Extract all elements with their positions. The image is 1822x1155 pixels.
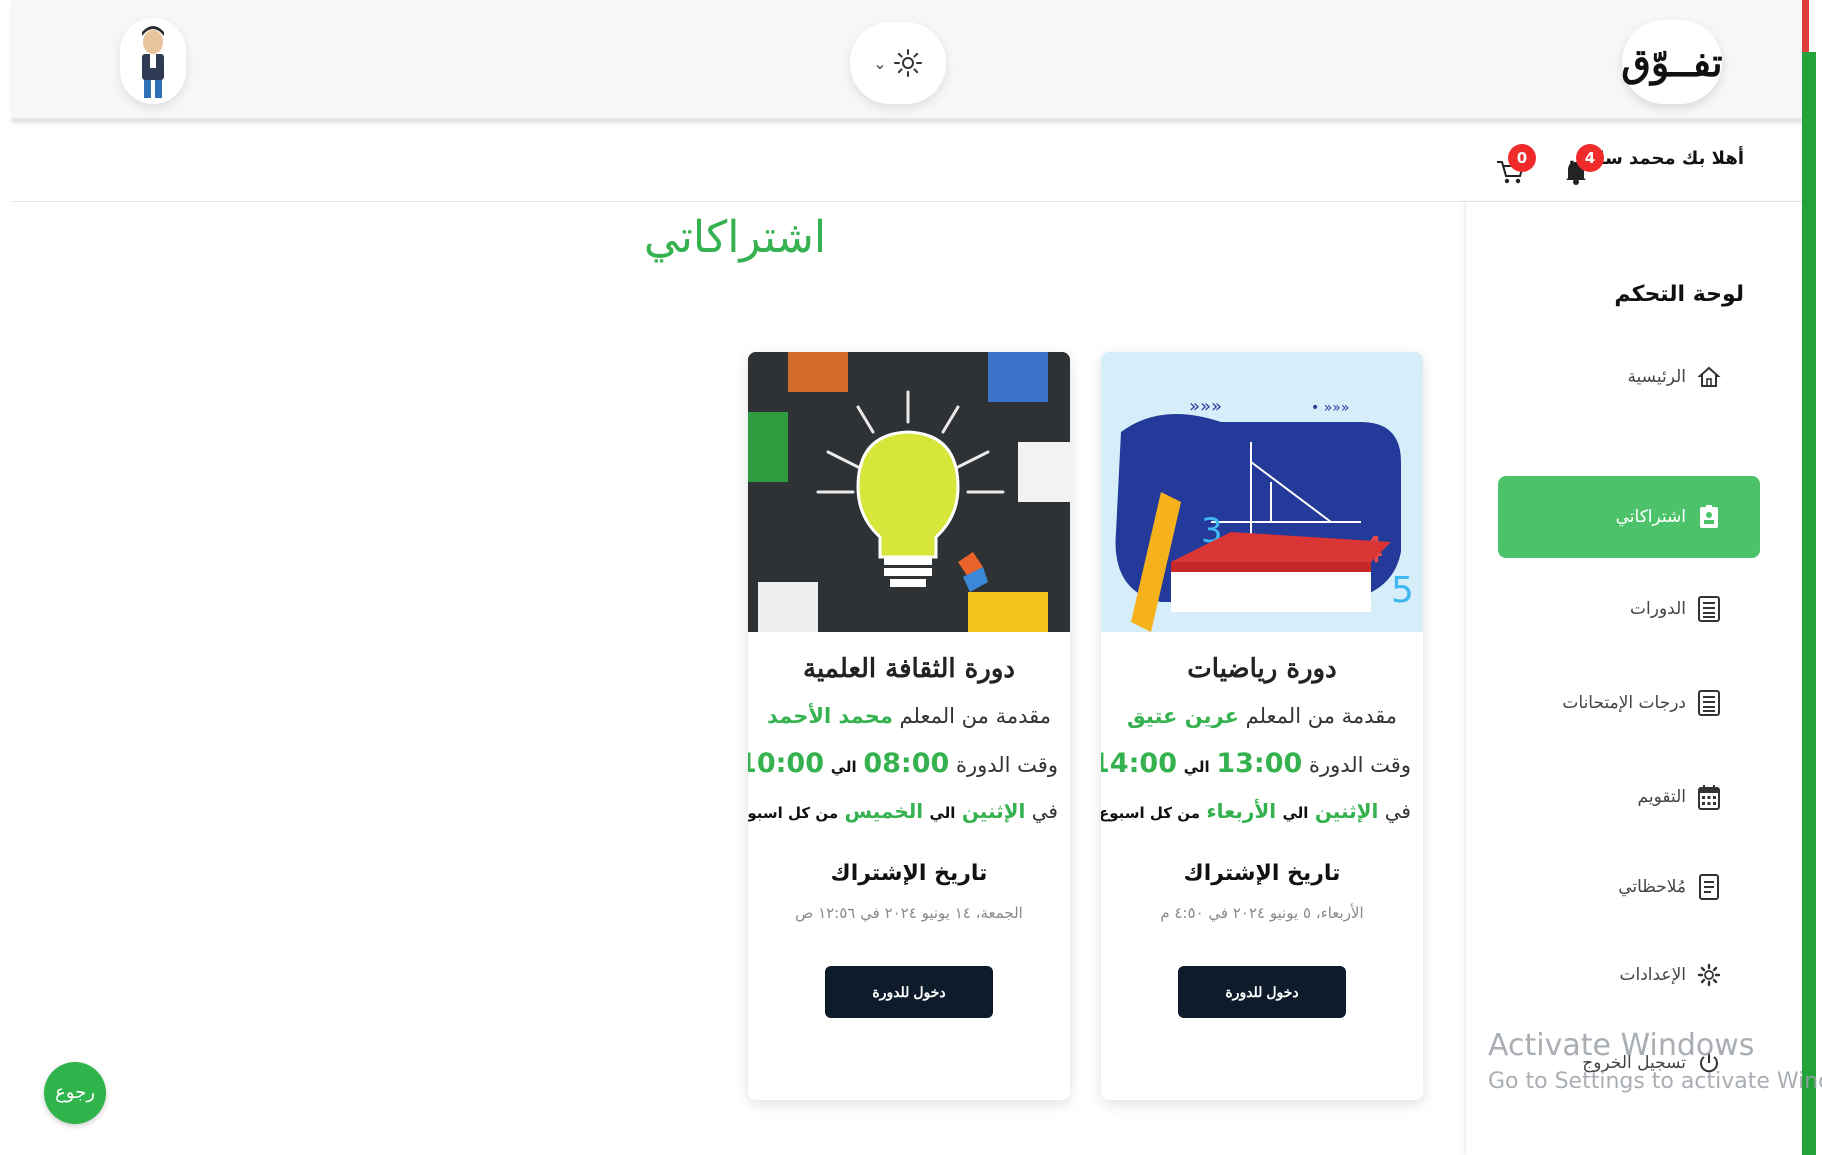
sidebar-item-label: الإعدادات xyxy=(1619,965,1686,985)
time-from: 13:00 xyxy=(1216,748,1303,779)
sidebar-item-home[interactable]: الرئيسية xyxy=(1498,352,1760,402)
days-line: في الإثنين الي الأربعاء من كل اسبوع xyxy=(1101,799,1411,823)
gear-icon xyxy=(1696,962,1722,988)
home-icon xyxy=(1696,364,1722,390)
svg-text:5: 5 xyxy=(1391,570,1414,611)
time-separator: الي xyxy=(1183,758,1210,776)
svg-text:»»»: »»» xyxy=(1189,396,1222,417)
user-bar: أهلا بك محمد سامي 4 0 xyxy=(12,126,1802,202)
enter-course-button[interactable]: دخول للدورة xyxy=(1178,966,1346,1018)
notifications-badge: 4 xyxy=(1576,144,1604,172)
person-avatar-icon xyxy=(142,26,164,98)
subscription-date: الجمعة، ١٤ يونيو ٢٠٢٤ في ١٢:٥٦ ص xyxy=(795,904,1023,922)
day-from: الإثنين xyxy=(1314,799,1379,823)
days-prefix: في xyxy=(1384,799,1411,823)
user-avatar[interactable] xyxy=(120,18,186,104)
math-illustration: 3 4 5 »»» • »»» xyxy=(1101,352,1423,632)
site-logo[interactable]: تفــوّق xyxy=(1621,20,1723,104)
badge-icon xyxy=(1696,504,1722,530)
subscription-date-title: تاريخ الإشتراك xyxy=(1183,861,1341,886)
edge-accent-green xyxy=(1802,52,1816,1155)
time-prefix: وقت الدورة xyxy=(1308,753,1411,777)
sidebar-item-exam-grades[interactable]: درجات الإمتحانات xyxy=(1498,678,1760,728)
sidebar-item-label: مُلاحظاتي xyxy=(1618,877,1686,897)
days-separator: الي xyxy=(1282,804,1309,822)
top-header: ⌄ تفــوّق xyxy=(12,0,1805,122)
list-icon xyxy=(1696,596,1722,622)
logo-text: تفــوّق xyxy=(1621,39,1723,85)
sidebar-item-label: الرئيسية xyxy=(1627,367,1686,387)
days-suffix: من كل اسبوع xyxy=(1101,804,1200,822)
notifications-button[interactable]: 4 xyxy=(1560,144,1604,185)
watermark-line1: Activate Windows xyxy=(1488,1028,1755,1063)
sidebar-title: لوحة التحكم xyxy=(1614,282,1744,307)
subscription-date-title: تاريخ الإشتراك xyxy=(830,861,988,886)
sidebar-item-calendar[interactable]: التقويم xyxy=(1498,772,1760,822)
subscription-date: الأربعاء، ٥ يونيو ٢٠٢٤ في ٤:٥٠ م xyxy=(1160,904,1364,922)
teacher-prefix: مقدمة من المعلم xyxy=(1245,704,1398,728)
sun-icon xyxy=(893,49,922,77)
time-line: وقت الدورة 08:00 الي 10:00 xyxy=(748,748,1058,779)
teacher-name: عرين عتيق xyxy=(1126,704,1239,728)
watermark-line2: Go to Settings to activate Windows. xyxy=(1488,1069,1822,1094)
day-from: الإثنين xyxy=(961,799,1026,823)
day-to: الأربعاء xyxy=(1206,799,1277,823)
time-prefix: وقت الدورة xyxy=(955,753,1058,777)
lightbulb-chalkboard xyxy=(748,352,1070,632)
teacher-prefix: مقدمة من المعلم xyxy=(899,704,1051,728)
day-to: الخميس xyxy=(844,799,924,823)
card-body: دورة الثقافة العلمية مقدمة من المعلم محم… xyxy=(748,632,1070,1030)
teacher-name: محمد الأحمد xyxy=(767,704,893,728)
days-separator: الي xyxy=(929,804,956,822)
card-body: دورة رياضيات مقدمة من المعلم عرين عتيق و… xyxy=(1101,632,1423,1030)
days-line: في الإثنين الي الخميس من كل اسبوع xyxy=(748,799,1058,823)
sidebar-item-courses[interactable]: الدورات xyxy=(1498,584,1760,634)
time-separator: الي xyxy=(830,758,857,776)
sidebar-item-label: درجات الإمتحانات xyxy=(1562,693,1686,713)
cart-badge: 0 xyxy=(1508,144,1536,172)
sidebar-item-settings[interactable]: الإعدادات xyxy=(1498,950,1760,1000)
course-title: دورة الثقافة العلمية xyxy=(803,654,1015,684)
time-to: 10:00 xyxy=(748,748,824,779)
notes-icon xyxy=(1696,874,1722,900)
days-suffix: من كل اسبوع xyxy=(748,804,839,822)
sidebar-item-label: اشتراكاتي xyxy=(1615,507,1686,527)
back-button[interactable]: رجوع xyxy=(44,1062,106,1124)
enter-course-button[interactable]: دخول للدورة xyxy=(825,966,993,1018)
course-card: 3 4 5 »»» • »»» دورة رياضيات مقدمة من ال… xyxy=(1101,352,1423,1100)
edge-accent-red xyxy=(1802,0,1809,52)
time-from: 08:00 xyxy=(863,748,950,779)
teacher-line: مقدمة من المعلم عرين عتيق xyxy=(1113,704,1411,728)
sidebar-item-notes[interactable]: مُلاحظاتي xyxy=(1498,862,1760,912)
chevron-down-icon: ⌄ xyxy=(873,53,887,73)
cart-button[interactable]: 0 xyxy=(1494,144,1536,184)
list-icon xyxy=(1696,690,1722,716)
course-card: دورة الثقافة العلمية مقدمة من المعلم محم… xyxy=(748,352,1070,1100)
sidebar-item-label: الدورات xyxy=(1630,599,1686,619)
app-root: ⌄ تفــوّق أهلا بك محمد سامي 4 0 لوحة الت… xyxy=(0,0,1822,1155)
page-title: اشتراكاتي xyxy=(643,212,827,263)
calendar-icon xyxy=(1696,784,1722,810)
sidebar-item-subscriptions[interactable]: اشتراكاتي xyxy=(1498,476,1760,558)
time-to: 14:00 xyxy=(1101,748,1177,779)
activate-windows-watermark: Activate Windows Go to Settings to activ… xyxy=(1488,1028,1822,1094)
sidebar-item-label: التقويم xyxy=(1637,787,1686,807)
time-line: وقت الدورة 13:00 الي 14:00 xyxy=(1101,748,1411,779)
svg-text:• »»»: • »»» xyxy=(1311,400,1349,416)
theme-toggle[interactable]: ⌄ xyxy=(850,22,946,104)
sidebar: لوحة التحكم الرئيسية اشتراكاتي الدورات د… xyxy=(1465,202,1802,1155)
course-title: دورة رياضيات xyxy=(1187,654,1337,684)
teacher-line: مقدمة من المعلم محمد الأحمد xyxy=(760,704,1058,728)
days-prefix: في xyxy=(1031,799,1058,823)
